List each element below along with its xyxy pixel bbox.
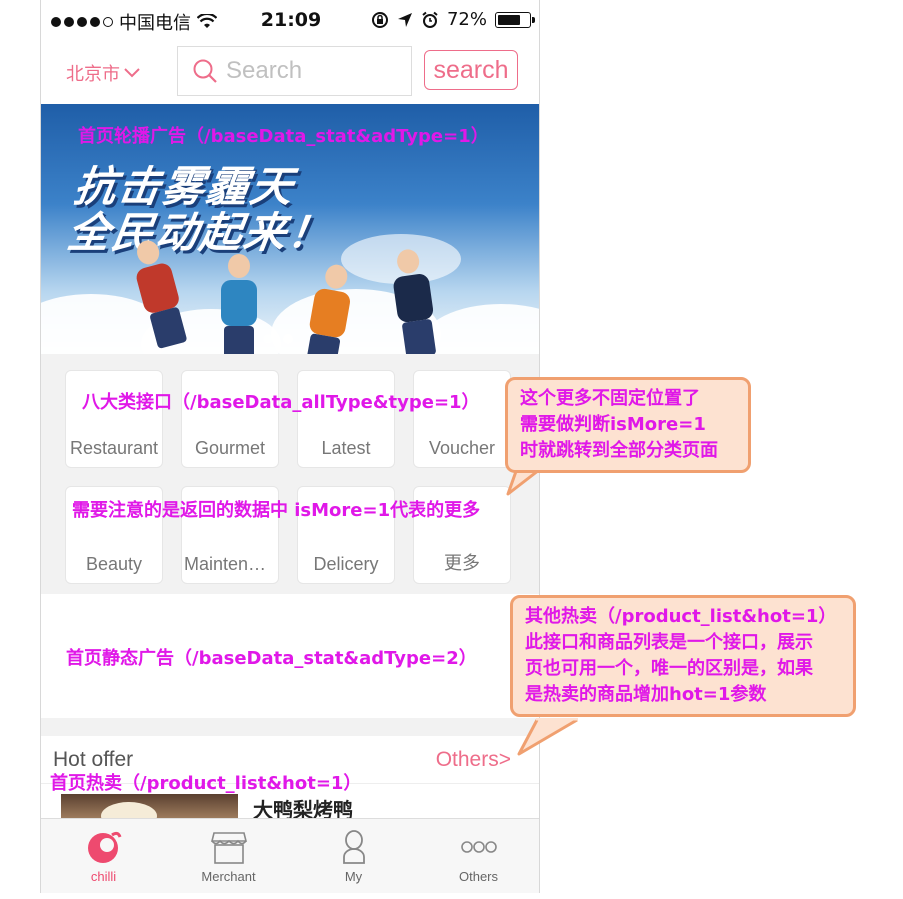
callout-tail (517, 718, 578, 756)
pager-dot[interactable] (263, 334, 273, 344)
battery-icon (495, 11, 535, 28)
tab-chilli[interactable]: chilli (41, 819, 166, 893)
search-button[interactable]: search (424, 50, 518, 90)
product-image (61, 794, 238, 818)
callout-line: 其他热卖（/product_list&hot=1） (525, 606, 837, 627)
category-label: Beauty (85, 554, 143, 574)
callout-line: 此接口和商品列表是一个接口，展示 (525, 632, 813, 653)
callout-hot: 其他热卖（/product_list&hot=1） 此接口和商品列表是一个接口，… (510, 595, 856, 717)
hot-offer-annotation: 首页热卖（/product_list&hot=1） (50, 773, 362, 794)
banner-title-line1: 抗击雾霾天 (70, 162, 298, 211)
store-icon (211, 832, 247, 864)
product-name: 大鸭梨烤鸭 (253, 798, 353, 818)
category-label: Gourmet (194, 438, 266, 458)
callout-line: 时就跳转到全部分类页面 (520, 440, 718, 461)
city-label: 北京市 (66, 64, 120, 85)
callout-more: 这个更多不固定位置了 需要做判断isMore=1 时就跳转到全部分类页面 (505, 377, 751, 473)
section-divider (41, 718, 539, 736)
callout-line: 这个更多不固定位置了 (520, 388, 700, 409)
tab-bar: chilli Merchant My Others (41, 818, 539, 893)
chevron-down-icon (124, 68, 140, 78)
pager-dot-active[interactable] (283, 334, 293, 344)
tab-my[interactable]: My (291, 819, 416, 893)
hot-offer-more-link[interactable]: Others> (436, 748, 511, 772)
location-arrow-icon (397, 12, 412, 27)
static-ad-annotation: 首页静态广告（/baseData_stat&adType=2） (66, 648, 477, 669)
alarm-icon (422, 11, 438, 28)
category-restaurant[interactable]: Restaurant (65, 370, 163, 468)
banner-title: 抗击雾霾天 全民动起来！ (64, 162, 342, 257)
tab-others[interactable]: Others (416, 819, 539, 893)
tab-label: chilli (90, 869, 117, 884)
callout-line: 页也可用一个，唯一的区别是，如果 (525, 658, 813, 679)
city-selector[interactable]: 北京市 (66, 60, 140, 86)
tab-label: My (344, 869, 363, 884)
banner-annotation: 首页轮播广告（/baseData_stat&adType=1） (78, 126, 489, 147)
battery-percent: 72% (446, 9, 487, 30)
search-icon (193, 59, 217, 83)
tab-label: Others (458, 869, 498, 884)
rotation-lock-icon (371, 11, 388, 28)
category-voucher[interactable]: Voucher (413, 370, 511, 468)
banner-person (221, 254, 257, 354)
categories-annotation: 八大类接口（/baseData_allType&type=1） (82, 392, 480, 413)
status-bar: 中国电信 21:09 72% (41, 0, 539, 40)
carousel-pager (263, 334, 293, 344)
callout-line: 是热卖的商品增加hot=1参数 (525, 684, 767, 705)
category-label: Restaurant (69, 438, 159, 458)
battery-level (498, 14, 520, 25)
chilli-icon (88, 831, 122, 863)
category-label: Maintena… (184, 554, 277, 574)
category-label: Voucher (428, 438, 496, 458)
search-box[interactable] (177, 46, 412, 96)
category-label: 更多 (444, 553, 480, 573)
category-label: Latest (321, 438, 371, 458)
status-right: 72% (371, 9, 535, 30)
categories-note: 需要注意的是返回的数据中 isMore=1代表的更多 (72, 500, 481, 521)
tab-merchant[interactable]: Merchant (166, 819, 291, 893)
category-gourmet[interactable]: Gourmet (181, 370, 279, 468)
search-input[interactable] (226, 57, 406, 85)
tab-label: Merchant (201, 869, 256, 884)
person-icon (343, 830, 365, 864)
callout-line: 需要做判断isMore=1 (520, 414, 706, 435)
more-dots-icon (461, 841, 497, 853)
category-latest[interactable]: Latest (297, 370, 395, 468)
category-label: Delicery (313, 554, 379, 574)
banner-title-line2: 全民动起来！ (64, 208, 336, 257)
top-bar: 北京市 search (41, 40, 539, 104)
